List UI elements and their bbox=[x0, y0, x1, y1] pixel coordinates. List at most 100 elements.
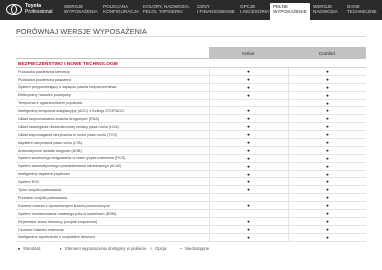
table-row: Inteligentny asystent prędkości ● ● bbox=[16, 170, 366, 179]
nav-item-kolory-nadwozia[interactable]: KOLORY, NADWOZIA, FELGI, TAPICERKI bbox=[143, 4, 190, 20]
table-row: Automatyczne światła drogowe (AHB) ● ● bbox=[16, 146, 366, 155]
cell-active bbox=[209, 210, 287, 218]
cell-comfort: ● bbox=[288, 210, 366, 218]
legend-item-pakiet: ◐ Element wyposażenia dostępny w pakiecie bbox=[58, 246, 147, 251]
availability-mark: ● bbox=[247, 123, 250, 129]
legend-label: Opcja bbox=[155, 246, 167, 251]
availability-mark: ● bbox=[326, 139, 329, 145]
availability-mark: ● bbox=[326, 147, 329, 153]
cell-comfort: ● bbox=[288, 170, 366, 179]
feature-label: Układ wspomagania utrzymania w ruchu pas… bbox=[18, 132, 118, 137]
cell-comfort: ● bbox=[288, 154, 366, 163]
table-row: Inteligentny tempomat adaptacyjny (ACC) … bbox=[16, 107, 366, 116]
cell-active: ● bbox=[209, 68, 287, 76]
availability-mark: ● bbox=[326, 68, 329, 74]
nav-line: KONFIGURACJA bbox=[103, 9, 139, 15]
legend-item-niedostepne: – Niedostępne bbox=[178, 246, 209, 251]
nav-item-pelne-wyposazenie[interactable]: PEŁNE WYPOSAŻENIE bbox=[270, 3, 310, 20]
feature-label: Układ rozpoznawania znaków drogowych (RS… bbox=[18, 117, 100, 122]
nav-line: I AKCESORIA bbox=[240, 9, 270, 15]
availability-mark: ● bbox=[247, 187, 250, 193]
cell-active bbox=[209, 99, 287, 108]
feature-label: Rejestrator stanu kierowcy (czujnik zmęc… bbox=[18, 219, 98, 224]
availability-mark: ● bbox=[247, 84, 250, 90]
cell-active: ● bbox=[209, 139, 287, 147]
nav-line: WYPOSAŻENIA bbox=[64, 9, 98, 15]
feature-label: System monitorowania martwego pola w lus… bbox=[18, 211, 117, 216]
table-row: Układ ostrzegania niezamierzonej zmiany … bbox=[16, 123, 366, 132]
cell-comfort: ● bbox=[288, 115, 366, 124]
table-row: Tylne czujniki parkowania ● ● bbox=[16, 186, 366, 195]
availability-mark: ● bbox=[326, 123, 329, 129]
table-row: Układ wspomagania utrzymania w ruchu pas… bbox=[16, 131, 366, 140]
nav-line: WYPOSAŻENIE bbox=[273, 9, 307, 15]
table-row: System ESC ● ● bbox=[16, 178, 366, 187]
availability-mark: ● bbox=[326, 171, 329, 177]
cell-comfort: ● bbox=[288, 162, 366, 171]
nav-item-wersje-wyposazenia[interactable]: WERSJE WYPOSAŻENIA bbox=[64, 4, 98, 20]
availability-mark: ● bbox=[326, 234, 329, 240]
table-row: Elektryczny hamulec postojowy ● ● bbox=[16, 91, 366, 100]
cell-active: ● bbox=[209, 131, 287, 140]
availability-mark: ● bbox=[247, 171, 250, 177]
cell-active: ● bbox=[209, 107, 287, 116]
cell-comfort: ● bbox=[288, 146, 366, 155]
section-title: BEZPIECZEŃSTWO I NOWE TECHNOLOGIE bbox=[18, 61, 119, 67]
availability-mark: ● bbox=[326, 226, 329, 232]
availability-mark: ● bbox=[247, 68, 250, 74]
toyota-logo[interactable] bbox=[6, 4, 22, 15]
availability-mark: ● bbox=[326, 179, 329, 185]
feature-label: Poduszka powietrzna kierowcy bbox=[18, 69, 70, 74]
feature-label: Inteligentny asystent prędkości bbox=[18, 172, 70, 177]
availability-mark: ● bbox=[326, 108, 329, 114]
table-row: Poduszka powietrzna pasażera ● ● bbox=[16, 75, 366, 84]
table-body: Poduszka powietrzna kierowcy ● ● Poduszka p… bbox=[16, 68, 366, 242]
availability-mark: ● bbox=[247, 76, 250, 82]
table-row: Inteligentne wycieraczki z czujnikiem de… bbox=[16, 233, 366, 242]
feature-label: Automatyczne światła drogowe (AHB) bbox=[18, 148, 82, 153]
feature-label: Inteligentny tempomat adaptacyjny (ACC) … bbox=[18, 109, 125, 114]
nav-item-dane-techniczne[interactable]: DANE TECHNICZNE bbox=[347, 4, 377, 20]
legend-symbol: ● bbox=[17, 246, 21, 251]
availability-mark: ● bbox=[326, 155, 329, 161]
legend-item-opcja: ○ Opcja bbox=[148, 246, 167, 251]
availability-mark: ● bbox=[247, 218, 250, 224]
legend-label: Standard bbox=[23, 246, 41, 251]
nav-item-polecana-konfiguracja[interactable]: POLECANA KONFIGURACJA bbox=[103, 4, 139, 20]
nav-line: NADWOZIA bbox=[313, 9, 338, 15]
table-row: Czołowe lusterko wsteczne ● ● bbox=[16, 225, 366, 234]
availability-mark: ● bbox=[247, 163, 250, 169]
table-row: Przednie czujniki parkowania ● bbox=[16, 194, 366, 203]
cell-active: ● bbox=[209, 75, 287, 84]
availability-mark: ● bbox=[247, 131, 250, 137]
cell-active: ● bbox=[209, 225, 287, 234]
nav-item-opcje-akcesoria[interactable]: OPCJE I AKCESORIA bbox=[240, 4, 269, 20]
cell-comfort: ● bbox=[288, 107, 366, 116]
nav-item-wersje-nadwozia[interactable]: WERSJE NADWOZIA bbox=[313, 4, 338, 20]
feature-label: System wczesnego reagowania w razie ryzy… bbox=[18, 156, 126, 161]
brand-name: Toyota Professional bbox=[25, 3, 53, 15]
availability-mark: ● bbox=[326, 92, 329, 98]
cell-comfort: ● bbox=[288, 186, 366, 195]
feature-label: Przednie czujniki parkowania bbox=[18, 195, 67, 200]
feature-label: Asystent utrzymania pasa ruchu (LTA) bbox=[18, 140, 83, 145]
availability-mark: ● bbox=[326, 194, 329, 200]
nav-item-ceny-finansowanie[interactable]: CENY I FINANSOWANIE bbox=[197, 4, 235, 20]
cell-comfort: ● bbox=[288, 75, 366, 84]
availability-mark: ● bbox=[326, 187, 329, 193]
cell-comfort: ● bbox=[288, 83, 366, 92]
availability-mark: ● bbox=[247, 202, 250, 208]
legend-item-standard: ● Standard bbox=[16, 246, 41, 251]
availability-mark: ● bbox=[247, 155, 250, 161]
table-row: Kamera cofania z dynamicznymi liniami po… bbox=[16, 202, 366, 211]
cell-active: ● bbox=[209, 186, 287, 195]
cell-comfort: ● bbox=[288, 194, 366, 203]
table-row: System przypominający o zapięciu pasów b… bbox=[16, 83, 366, 92]
availability-mark: ● bbox=[247, 116, 250, 122]
availability-mark: ● bbox=[326, 84, 329, 90]
availability-mark: ● bbox=[247, 108, 250, 114]
feature-label: Tempomat z ogranicznikiem prędkości bbox=[18, 101, 83, 106]
legend-symbol: ◐ bbox=[59, 246, 63, 251]
availability-mark: ● bbox=[247, 234, 250, 240]
table-header-blank bbox=[16, 47, 209, 59]
